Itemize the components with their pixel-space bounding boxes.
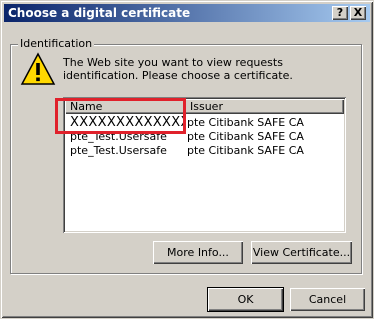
highlight-annotation xyxy=(55,98,186,134)
help-icon: ? xyxy=(336,6,344,19)
more-info-button[interactable]: More Info... xyxy=(153,241,243,264)
close-icon: X xyxy=(353,6,363,19)
help-button[interactable]: ? xyxy=(332,6,348,20)
close-button[interactable]: X xyxy=(350,6,366,20)
certificate-issuer: pte Citibank SAFE CA xyxy=(187,144,304,157)
column-header-issuer[interactable]: Issuer xyxy=(185,99,344,114)
certificate-issuer: pte Citibank SAFE CA xyxy=(187,130,304,143)
dialog-title: Choose a digital certificate xyxy=(8,6,191,20)
cancel-button[interactable]: Cancel xyxy=(290,288,365,311)
group-label: Identification xyxy=(18,37,95,50)
title-bar[interactable]: Choose a digital certificate ? X xyxy=(4,4,370,22)
view-certificate-button[interactable]: View Certificate... xyxy=(251,241,352,264)
warning-icon xyxy=(20,52,56,85)
certificate-issuer: pte Citibank SAFE CA xyxy=(187,116,304,129)
list-item[interactable]: pte_Test.Usersafe pte Citibank SAFE CA xyxy=(65,144,344,158)
certificate-name: pte_Test.Usersafe xyxy=(70,144,167,157)
ok-button[interactable]: OK xyxy=(208,288,283,311)
instruction-text: The Web site you want to view requests i… xyxy=(63,56,293,82)
